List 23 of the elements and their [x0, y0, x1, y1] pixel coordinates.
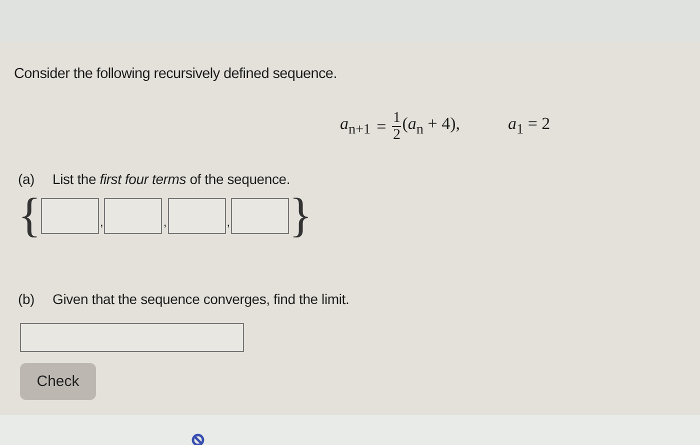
no-sign-icon[interactable] — [191, 433, 205, 445]
formula-rhs: (a$_{n}$ + 4), — [402, 114, 460, 139]
equals-sign: = — [376, 116, 386, 136]
part-label: (b) — [18, 291, 35, 307]
intro-text: Consider the following recursively defined sequence. — [14, 66, 337, 82]
answer-box[interactable] — [231, 198, 290, 234]
answer-box[interactable] — [20, 323, 244, 352]
answer-box[interactable] — [104, 198, 162, 234]
answer-box[interactable] — [41, 198, 100, 234]
close-brace: } — [289, 193, 312, 239]
check-button[interactable]: Check — [20, 363, 96, 400]
question-text: List the first four terms of the sequence. — [52, 171, 290, 187]
initial-term: a$_{1}$ = 2 — [508, 114, 550, 139]
open-brace: { — [18, 193, 42, 239]
question-text: Given that the sequence converges, find the limit. — [52, 291, 350, 307]
answer-box[interactable] — [168, 198, 226, 234]
fraction-numerator: 1 — [392, 110, 400, 126]
comma: , — [163, 215, 167, 229]
comma: , — [100, 215, 104, 229]
part-label: (a) — [18, 171, 35, 187]
comma: , — [226, 215, 230, 229]
fraction-denominator: 2 — [392, 127, 400, 143]
formula-lhs: a$_{n+1}$ — [340, 114, 371, 139]
